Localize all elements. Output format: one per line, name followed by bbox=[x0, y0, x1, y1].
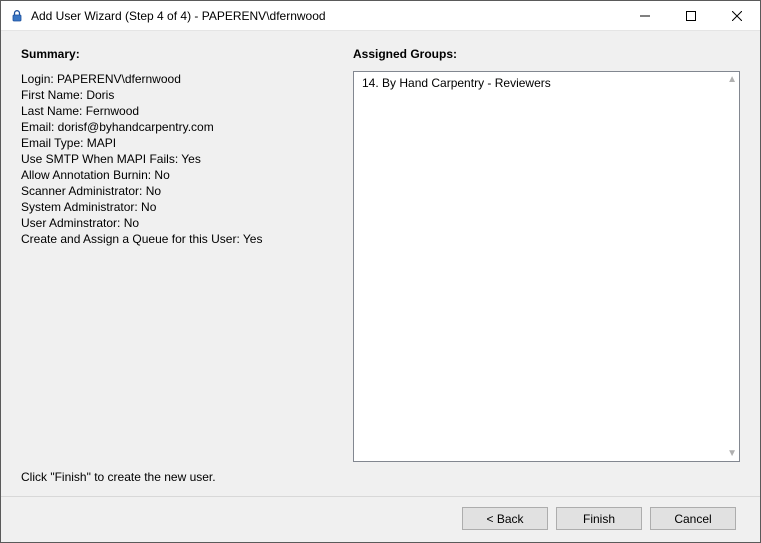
wizard-hint: Click "Finish" to create the new user. bbox=[21, 470, 740, 484]
scroll-up-icon[interactable]: ▲ bbox=[727, 74, 737, 85]
summary-line: System Administrator: No bbox=[21, 199, 331, 215]
scroll-down-icon[interactable]: ▼ bbox=[727, 448, 737, 459]
lock-icon bbox=[9, 8, 25, 24]
summary-heading: Summary: bbox=[21, 47, 331, 61]
titlebar: Add User Wizard (Step 4 of 4) - PAPERENV… bbox=[1, 1, 760, 31]
summary-line: Email Type: MAPI bbox=[21, 135, 331, 151]
minimize-button[interactable] bbox=[622, 1, 668, 31]
summary-line: Create and Assign a Queue for this User:… bbox=[21, 231, 331, 247]
maximize-button[interactable] bbox=[668, 1, 714, 31]
wizard-body: Summary: Login: PAPERENV\dfernwoodFirst … bbox=[1, 31, 760, 542]
close-button[interactable] bbox=[714, 1, 760, 31]
summary-line: Scanner Administrator: No bbox=[21, 183, 331, 199]
summary-line: Allow Annotation Burnin: No bbox=[21, 167, 331, 183]
finish-button[interactable]: Finish bbox=[556, 507, 642, 530]
summary-line: User Adminstrator: No bbox=[21, 215, 331, 231]
summary-line: Last Name: Fernwood bbox=[21, 103, 331, 119]
separator bbox=[1, 496, 760, 497]
summary-line: Login: PAPERENV\dfernwood bbox=[21, 71, 331, 87]
summary-line: First Name: Doris bbox=[21, 87, 331, 103]
back-button[interactable]: < Back bbox=[462, 507, 548, 530]
summary-line: Use SMTP When MAPI Fails: Yes bbox=[21, 151, 331, 167]
summary-line: Email: dorisf@byhandcarpentry.com bbox=[21, 119, 331, 135]
window-title: Add User Wizard (Step 4 of 4) - PAPERENV… bbox=[31, 9, 622, 23]
list-item[interactable]: 14. By Hand Carpentry - Reviewers bbox=[362, 76, 731, 90]
assigned-groups-heading: Assigned Groups: bbox=[353, 47, 740, 61]
wizard-buttons: < Back Finish Cancel bbox=[21, 507, 740, 530]
summary-lines: Login: PAPERENV\dfernwoodFirst Name: Dor… bbox=[21, 71, 331, 247]
assigned-groups-list[interactable]: ▲ 14. By Hand Carpentry - Reviewers ▼ bbox=[353, 71, 740, 462]
cancel-button[interactable]: Cancel bbox=[650, 507, 736, 530]
